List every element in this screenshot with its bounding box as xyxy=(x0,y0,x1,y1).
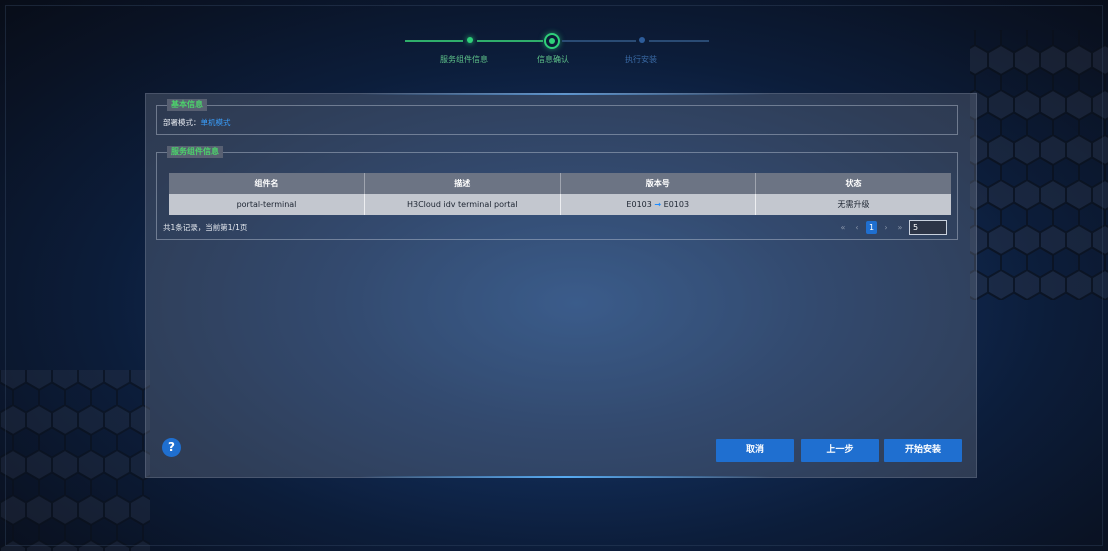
first-page-icon[interactable]: « xyxy=(838,223,848,232)
version-to: E0103 xyxy=(663,200,690,209)
column-header-status: 状态 xyxy=(755,173,951,194)
footer-glow-line xyxy=(360,476,770,478)
step-3-dot xyxy=(639,37,645,43)
step-connector xyxy=(562,40,636,42)
arrow-right-icon: → xyxy=(654,200,662,209)
basic-info-legend: 基本信息 xyxy=(167,99,207,111)
step-connector xyxy=(477,40,543,42)
table-row[interactable]: portal-terminal H3Cloud idv terminal por… xyxy=(169,194,951,215)
components-legend: 服务组件信息 xyxy=(167,146,223,158)
confirm-panel: 基本信息 部署模式：单机模式 服务组件信息 组件名 描述 版本号 状态 port… xyxy=(145,93,977,478)
step-connector xyxy=(405,40,463,42)
prev-page-icon[interactable]: ‹ xyxy=(852,223,862,232)
cell-version: E0103 → E0103 xyxy=(560,194,756,215)
step-1-dot xyxy=(467,37,473,43)
help-icon[interactable]: ? xyxy=(162,438,181,457)
column-header-name: 组件名 xyxy=(169,173,365,194)
step-connector xyxy=(649,40,709,42)
components-table: 组件名 描述 版本号 状态 portal-terminal H3Cloud id… xyxy=(169,173,951,215)
deploy-mode-line: 部署模式：单机模式 xyxy=(163,117,231,128)
step-2-label: 信息确认 xyxy=(537,55,569,64)
deploy-mode-label: 部署模式： xyxy=(163,118,201,127)
install-stepper: 服务组件信息 信息确认 执行安装 xyxy=(0,0,1108,80)
table-header-row: 组件名 描述 版本号 状态 xyxy=(169,173,951,194)
basic-info-section: 基本信息 部署模式：单机模式 xyxy=(156,99,958,135)
previous-button[interactable]: 上一步 xyxy=(801,439,879,462)
last-page-icon[interactable]: » xyxy=(895,223,905,232)
cell-name: portal-terminal xyxy=(169,194,365,215)
next-page-icon[interactable]: › xyxy=(881,223,891,232)
step-2-active-icon xyxy=(544,33,560,49)
components-section: 服务组件信息 组件名 描述 版本号 状态 portal-terminal H3C… xyxy=(156,146,958,240)
page-size-input[interactable] xyxy=(909,220,947,235)
cell-description: H3Cloud idv terminal portal xyxy=(364,194,561,215)
cell-status: 无需升级 xyxy=(755,194,951,215)
step-1-label: 服务组件信息 xyxy=(440,55,488,64)
column-header-description: 描述 xyxy=(364,173,561,194)
record-summary: 共1条记录，当前第1/1页 xyxy=(163,223,248,232)
step-3-label: 执行安装 xyxy=(625,55,657,64)
deploy-mode-value: 单机模式 xyxy=(200,118,231,127)
version-from: E0103 xyxy=(626,200,652,209)
start-install-button[interactable]: 开始安装 xyxy=(884,439,962,462)
column-header-version: 版本号 xyxy=(560,173,756,194)
pagination: « ‹ 1 › » xyxy=(838,220,947,235)
page-number-current[interactable]: 1 xyxy=(866,221,877,234)
cancel-button[interactable]: 取消 xyxy=(716,439,794,462)
